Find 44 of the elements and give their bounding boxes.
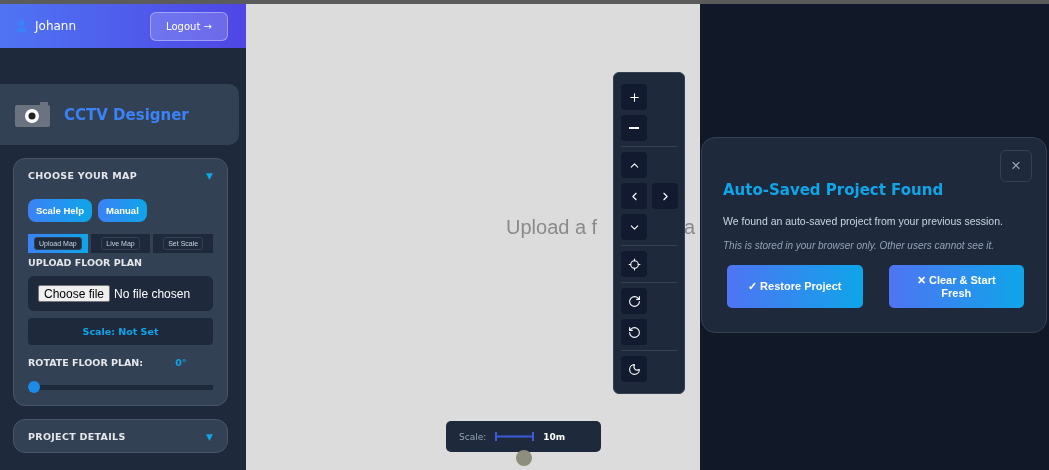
restore-button[interactable]: ✓ Restore Project: [727, 265, 863, 308]
moon-icon: [627, 362, 641, 376]
choose-file-button[interactable]: Choose file: [38, 285, 111, 302]
rotate-right-button[interactable]: [621, 288, 647, 314]
scale-ruler-icon: [495, 432, 535, 441]
expand-arrow[interactable]: ▼: [206, 431, 213, 442]
app-title: CCTV Designer: [64, 105, 189, 124]
recenter-button[interactable]: [621, 251, 647, 277]
rotate-left-button[interactable]: [621, 319, 647, 345]
clear-button[interactable]: ✕ Clear & Start Fresh: [888, 265, 1024, 308]
camera-icon: [15, 102, 50, 127]
zoom-in-icon: [627, 90, 641, 104]
pan-right-button[interactable]: [652, 183, 678, 209]
map-canvas[interactable]: Upload a f a Scale: 10m: [246, 4, 700, 470]
scale-status: Scale: Not Set: [28, 318, 213, 345]
close-button[interactable]: ×: [1000, 150, 1032, 182]
slider-thumb[interactable]: [28, 381, 40, 393]
logout-button[interactable]: Logout →: [150, 11, 228, 41]
upload-label: UPLOAD FLOOR PLAN: [28, 257, 144, 268]
pan-left-button[interactable]: [621, 183, 647, 209]
section-title[interactable]: PROJECT DETAILS: [28, 431, 126, 442]
placeholder-text: a: [684, 216, 696, 239]
rotate-clockwise-icon: [627, 294, 641, 308]
placeholder-text: Upload a f: [506, 216, 598, 239]
dialog-note: This is stored in your browser only. Other users cannot see it.: [723, 240, 996, 251]
recenter-icon: [627, 257, 641, 271]
rotate-label: ROTATE FLOOR PLAN:: [28, 357, 144, 368]
zoom-in-button[interactable]: [621, 84, 647, 110]
zoom-out-button[interactable]: [621, 115, 647, 141]
rotate-value: 0°: [175, 357, 187, 368]
dialog-title: Auto-Saved Project Found: [723, 181, 945, 199]
rotate-counterclockwise-icon: [627, 325, 641, 339]
pan-up-button[interactable]: [621, 152, 647, 178]
section-title[interactable]: CHOOSE YOUR MAP: [28, 170, 137, 181]
dialog-message: We found an auto-saved project from your previous session.: [723, 215, 1004, 227]
map-handle[interactable]: [516, 450, 532, 466]
user-name: Johann: [35, 19, 77, 33]
scale-label: Scale:: [459, 431, 487, 442]
file-status: No file chosen: [114, 286, 191, 301]
expand-arrow[interactable]: ▼: [206, 170, 213, 181]
file-input[interactable]: Choose file No file chosen: [28, 276, 213, 311]
theme-toggle-button[interactable]: [621, 356, 647, 382]
scale-value: 10m: [543, 431, 566, 442]
pan-down-button[interactable]: [621, 214, 647, 240]
